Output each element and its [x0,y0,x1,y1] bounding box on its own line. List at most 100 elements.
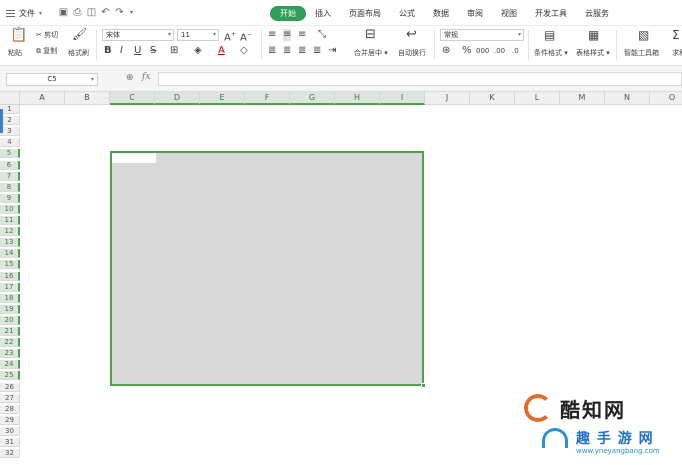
format-painter-icon[interactable]: 🖌 [72,28,87,40]
select-all-corner[interactable] [0,92,20,105]
row-header-4[interactable]: 4 [0,138,20,148]
row-header-2[interactable]: 2 [0,116,20,126]
row-header-1[interactable]: 1 [0,105,20,114]
bold-icon[interactable]: B [104,45,112,57]
row-header-7[interactable]: 7 [0,171,20,181]
conditional-format-icon[interactable]: ▤ [544,29,555,41]
indent-icon[interactable]: ⇥ [328,45,336,57]
row-header-5[interactable]: 5 [0,149,20,159]
column-header-o[interactable]: O [650,92,682,105]
increase-decimal-icon[interactable]: .00 [494,45,505,57]
currency-icon[interactable]: ⊛ [442,45,450,57]
number-format-select[interactable]: 常规 ▾ [440,29,524,41]
tab-page-layout[interactable]: 页面布局 [340,6,390,21]
row-header-9[interactable]: 9 [0,193,20,203]
smart-toolbox-icon[interactable]: ▧ [638,29,649,41]
column-header-g[interactable]: G [290,92,335,105]
row-header-12[interactable]: 12 [0,227,20,237]
row-header-27[interactable]: 27 [0,393,20,403]
align-center-icon[interactable]: ≣ [283,45,291,57]
formula-input[interactable] [158,72,682,86]
align-bottom-icon[interactable]: ≡ [298,29,306,41]
row-header-22[interactable]: 22 [0,338,20,348]
row-header-23[interactable]: 23 [0,349,20,359]
font-color-icon[interactable]: A [218,45,225,57]
table-style-icon[interactable]: ▦ [588,29,599,41]
column-header-b[interactable]: B [65,92,110,105]
row-header-10[interactable]: 10 [0,204,20,214]
print-icon[interactable]: ⎙ [72,7,83,18]
merge-center-button[interactable]: 合并居中 ▾ [354,48,388,58]
thousands-icon[interactable]: 000 [476,45,489,57]
wrap-text-icon[interactable]: ↩ [406,28,417,41]
sum-button[interactable]: 求和 [672,48,682,58]
tab-developer[interactable]: 开发工具 [526,6,576,21]
fx-label[interactable]: fx [142,72,150,82]
row-header-26[interactable]: 26 [0,382,20,392]
column-header-n[interactable]: N [605,92,650,105]
tab-view[interactable]: 视图 [492,6,526,21]
align-left-icon[interactable]: ≣ [268,45,276,57]
row-header-11[interactable]: 11 [0,216,20,225]
decrease-decimal-icon[interactable]: .0 [512,45,519,57]
border-icon[interactable]: ⊞ [170,45,178,57]
row-header-15[interactable]: 15 [0,260,20,270]
percent-icon[interactable]: % [462,45,472,57]
tab-data[interactable]: 数据 [424,6,458,21]
row-header-6[interactable]: 6 [0,160,20,170]
row-header-3[interactable]: 3 [0,127,20,137]
column-header-d[interactable]: D [155,92,200,105]
save-icon[interactable]: ▣ [58,7,69,18]
active-cell[interactable] [112,153,156,163]
row-header-14[interactable]: 14 [0,249,20,259]
row-header-31[interactable]: 31 [0,438,20,447]
file-menu[interactable]: 文件 ▾ [6,8,42,19]
row-header-18[interactable]: 18 [0,293,20,303]
paste-icon[interactable]: 📋 [10,28,27,42]
row-header-21[interactable]: 21 [0,327,20,336]
wrap-text-button[interactable]: 自动换行 [398,48,426,58]
decrease-font-icon[interactable]: A− [240,29,252,44]
row-header-13[interactable]: 13 [0,238,20,248]
column-header-h[interactable]: H [335,92,380,105]
table-style-button[interactable]: 表格样式 ▾ [576,48,610,58]
copy-button[interactable]: ⧉ 复制 [36,46,57,56]
font-size-select[interactable]: 11 ▾ [177,29,219,41]
smart-toolbox-button[interactable]: 智能工具箱 [624,48,659,58]
row-header-24[interactable]: 24 [0,360,20,370]
undo-icon[interactable]: ↶ [100,7,111,18]
paste-button[interactable]: 粘贴 [8,48,22,58]
redo-icon[interactable]: ↷ [114,7,125,18]
column-header-m[interactable]: M [560,92,605,105]
fill-color-icon[interactable]: ◈ [194,45,202,57]
format-painter-button[interactable]: 格式刷 [68,48,89,58]
preview-icon[interactable]: ◫ [86,7,97,18]
cut-button[interactable]: ✂ 剪切 [36,30,58,40]
font-name-select[interactable]: 宋体 ▾ [102,29,174,41]
row-header-25[interactable]: 25 [0,371,20,381]
row-header-19[interactable]: 19 [0,304,20,314]
column-header-e[interactable]: E [200,92,245,105]
name-box[interactable]: C5 ▾ [6,73,98,86]
sum-icon[interactable]: Σ [672,29,680,41]
increase-font-icon[interactable]: A+ [224,29,236,44]
row-header-28[interactable]: 28 [0,404,20,414]
underline-icon[interactable]: U [134,45,141,57]
tab-formulas[interactable]: 公式 [390,6,424,21]
row-header-20[interactable]: 20 [0,315,20,325]
row-header-8[interactable]: 8 [0,182,20,192]
align-top-icon[interactable]: ≡ [268,29,276,41]
column-header-k[interactable]: K [470,92,515,105]
merge-center-icon[interactable]: ⊟ [365,28,376,41]
quick-access-chevron-icon[interactable]: ▾ [126,7,137,18]
column-header-j[interactable]: J [425,92,470,105]
column-header-f[interactable]: F [245,92,290,105]
tab-insert[interactable]: 插入 [306,6,340,21]
orientation-icon[interactable]: ⤡ [318,29,326,41]
align-right-icon[interactable]: ≣ [298,45,306,57]
column-header-c[interactable]: C [110,92,155,105]
row-header-30[interactable]: 30 [0,426,20,436]
zoom-icon[interactable]: ⊕ [126,73,134,83]
row-header-29[interactable]: 29 [0,415,20,425]
conditional-format-button[interactable]: 条件格式 ▾ [534,48,568,58]
